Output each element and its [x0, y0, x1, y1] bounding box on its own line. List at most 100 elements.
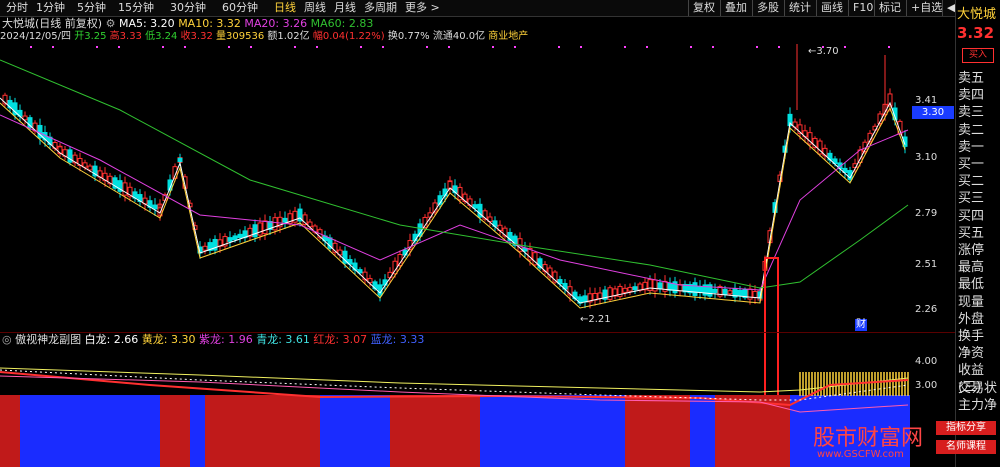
quote-item: 卖二 [958, 122, 985, 138]
quote-item: 买一 [958, 157, 985, 172]
blue-dragon: 蓝龙: 3.33 [370, 333, 425, 346]
sub-bar [480, 395, 625, 467]
candle-body [622, 287, 628, 293]
candle-body [282, 217, 288, 223]
quote-item: 买二 [958, 174, 985, 190]
signal-dot [118, 46, 120, 48]
settings-icon[interactable]: ⚙ [106, 17, 116, 30]
sub-axis-label: 4.00 [915, 356, 938, 367]
yellow-dragon: 黄龙: 3.30 [141, 333, 196, 346]
signal-dot [426, 46, 428, 48]
candle-body [692, 282, 698, 296]
period-tab[interactable]: 15分钟 [116, 0, 156, 16]
candle-body [257, 222, 263, 236]
low-value: 2.21 [588, 314, 611, 325]
sector-label[interactable]: 商业地产 [488, 31, 528, 42]
amount-label: 额1.02亿 [267, 31, 310, 42]
toolbar-button[interactable]: 多股 [752, 0, 783, 16]
candle-body [752, 291, 758, 299]
axis-label: 2.51 [915, 259, 938, 270]
ma5-label: MA5: 3.20 [118, 17, 175, 30]
period-tab[interactable]: 30分钟 [168, 0, 208, 16]
date-label: 2024/12/05/四 [0, 31, 72, 42]
period-tab[interactable]: 5分钟 [75, 0, 108, 16]
signal-dot [514, 46, 516, 48]
period-tab[interactable]: 60分钟 [220, 0, 260, 16]
candle-body [727, 290, 733, 295]
signal-dot [690, 46, 692, 48]
axis-label: 3.41 [915, 95, 938, 106]
candle-body [637, 283, 643, 291]
period-tab[interactable]: 周线 [302, 0, 328, 16]
change-label: 幅0.04(1.22%) [312, 31, 385, 42]
candle-body [232, 235, 238, 241]
low-label: 低3.24 [145, 31, 178, 42]
kline-chart[interactable] [0, 0, 955, 467]
candle-body [582, 295, 588, 303]
ma10-line [0, 102, 906, 309]
quote-item: 外盘 [958, 311, 985, 327]
quote-item: 卖四 [958, 88, 985, 104]
candle-body [627, 286, 633, 292]
signal-dot [162, 46, 164, 48]
buy-button[interactable]: 买入 [962, 48, 994, 63]
signal-dot [382, 46, 384, 48]
quote-item: 净资 [958, 346, 985, 362]
toolbar-button[interactable]: +自选 [906, 0, 946, 16]
axis-label: 2.79 [915, 208, 938, 219]
period-tab[interactable]: 更多 > [403, 0, 442, 16]
signal-dot [844, 46, 846, 48]
sub-bar [205, 395, 320, 467]
watermark-site: 股市财富网 [813, 426, 924, 451]
candle-body [652, 279, 658, 292]
candle-body [272, 217, 278, 231]
low-annotation: ←2.21 [580, 314, 611, 325]
quote-item: 现量 [958, 294, 985, 310]
candle-body [737, 289, 743, 297]
ma60-label: MA60: 2.83 [310, 17, 374, 30]
watermark: 股市财富网 www.GSCFW.com 指标分享 名师课程 [793, 412, 1000, 467]
stock-name: 大悦城 [957, 7, 997, 22]
quote-item: 涨停 [958, 243, 985, 258]
quote-item: 卖三 [958, 105, 985, 121]
period-tab[interactable]: 分时 [4, 0, 30, 16]
candle-body [82, 162, 88, 168]
period-tab[interactable]: 1分钟 [34, 0, 67, 16]
ohlc-line: 2024/12/05/四 开3.25 高3.33 低3.24 收3.32 量30… [0, 30, 528, 44]
candle-body [297, 211, 303, 219]
candle-body [697, 286, 703, 293]
candle-body [712, 288, 718, 293]
period-tab[interactable]: 月线 [332, 0, 358, 16]
signal-dot [580, 46, 582, 48]
toolbar-button[interactable]: 复权 [688, 0, 719, 16]
toolbar-button[interactable]: 画线 [816, 0, 847, 16]
toolbar-button[interactable]: 标记 [874, 0, 905, 16]
quote-item: 换手 [958, 329, 985, 344]
indicator-share-link[interactable]: 指标分享 [936, 421, 996, 435]
chart-header: 大悦城(日线 前复权) ⚙ MA5: 3.20 MA10: 3.32 MA20:… [0, 17, 373, 31]
ma5-line [0, 97, 906, 304]
toolbar-button[interactable]: F10 [848, 0, 877, 16]
toolbar-button[interactable]: 叠加 [720, 0, 751, 16]
high-value: 3.70 [816, 46, 839, 57]
open-label: 开3.25 [74, 31, 107, 42]
close-label: 收3.32 [180, 31, 213, 42]
course-link[interactable]: 名师课程 [936, 440, 996, 454]
sub-bar [625, 395, 690, 467]
toolbar-button[interactable]: 统计 [784, 0, 815, 16]
signal-dot [756, 46, 758, 48]
candle-body [607, 287, 613, 300]
candle-body [722, 288, 728, 295]
menu-icon[interactable]: ◎ [0, 333, 12, 346]
ma10-label: MA10: 3.32 [178, 17, 241, 30]
finance-marker[interactable]: 财 [855, 319, 867, 331]
period-tab[interactable]: 日线 [272, 0, 298, 16]
candle-body [227, 237, 233, 242]
sub-bar [320, 395, 390, 467]
quote-item: 最高 [958, 260, 985, 276]
cyan-dragon: 青龙: 3.61 [256, 333, 310, 346]
period-tab[interactable]: 多周期 [362, 0, 399, 16]
turnover-label: 换0.77% [387, 31, 430, 42]
sub-bar [390, 395, 480, 467]
red-dragon: 红龙: 3.07 [313, 333, 368, 346]
